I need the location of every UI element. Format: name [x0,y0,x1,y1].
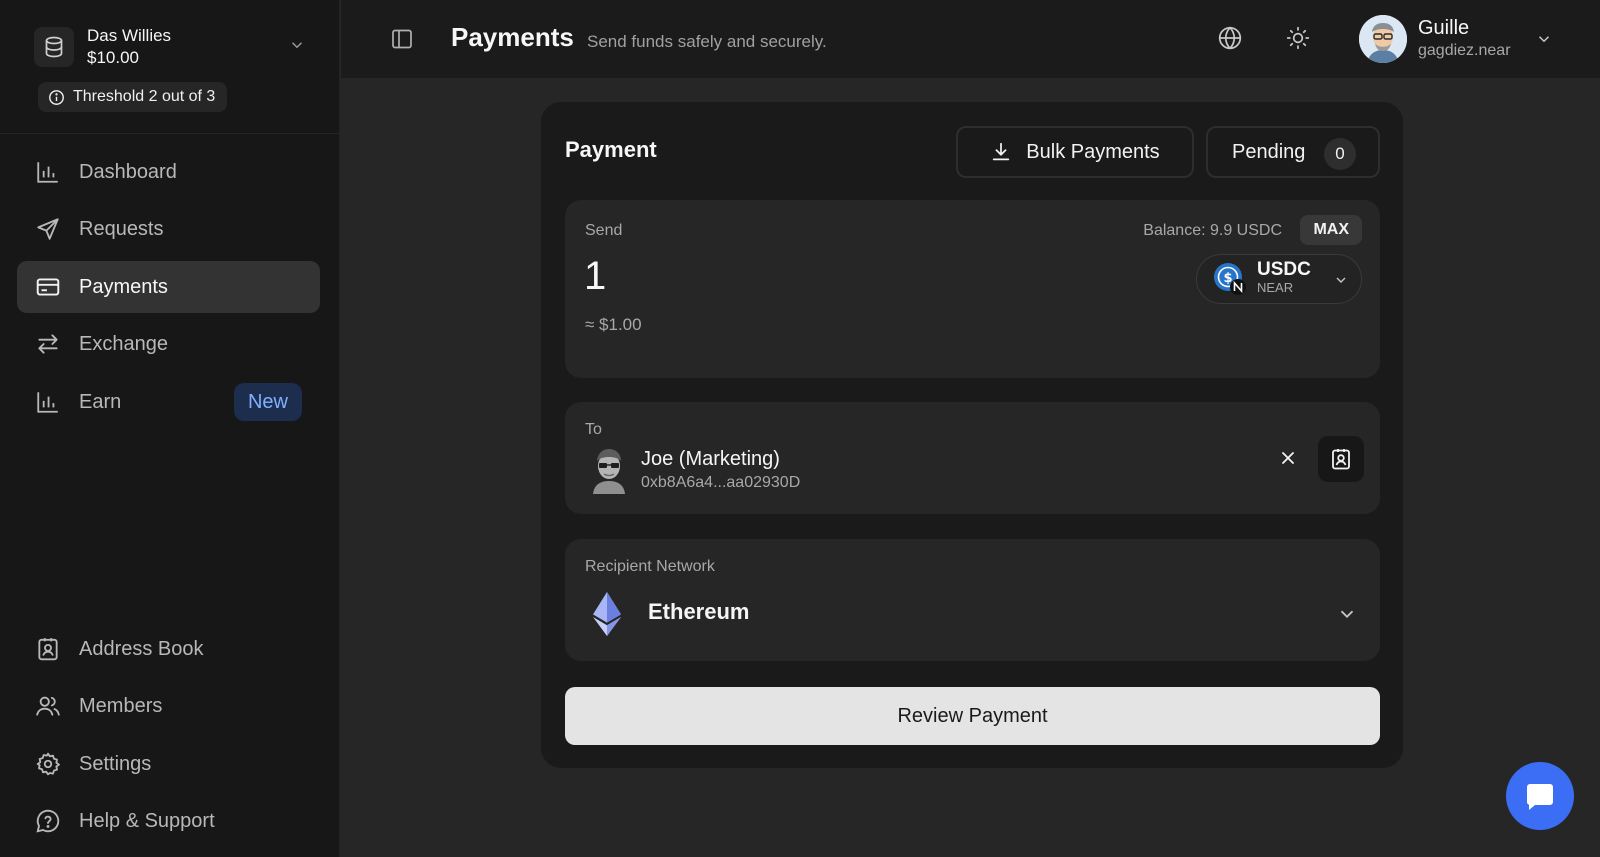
close-icon[interactable] [1278,448,1298,468]
chat-bubble-icon [1524,780,1556,812]
selected-contact: Joe (Marketing) 0xb8A6a4...aa02930D [589,446,800,494]
sidebar-item-members[interactable]: Members [17,680,320,732]
sidebar-item-requests[interactable]: Requests [17,203,320,255]
sidebar-item-label: Payments [79,275,168,298]
contact-name: Joe (Marketing) [641,448,780,470]
globe-icon[interactable] [1217,25,1243,51]
sidebar-item-label: Settings [79,752,152,775]
sidebar-item-label: Help & Support [79,809,215,832]
balance-text: Balance: 9.9 USDC [1143,222,1282,239]
send-icon [35,216,61,242]
sidebar-item-settings[interactable]: Settings [17,738,320,790]
sidebar-item-exchange[interactable]: Exchange [17,318,320,370]
ethereum-icon [593,592,621,636]
sidebar-item-help-support[interactable]: Help & Support [17,795,320,847]
treasury-selector[interactable]: Das Willies $10.00 [34,24,306,70]
page-title: Payments [451,22,574,52]
chevron-down-icon [1336,603,1358,625]
bulk-payments-label: Bulk Payments [1026,140,1160,163]
recipient-network-selector[interactable]: Recipient Network Ethereum [565,539,1380,661]
sidebar-item-dashboard[interactable]: Dashboard [17,146,320,198]
threshold-text: Threshold 2 out of 3 [73,88,216,105]
token-selector[interactable]: $ USDC NEAR [1196,254,1362,304]
payment-card: Payment Bulk Payments Pending 0 Send 1 ≈… [541,102,1403,768]
download-icon [990,141,1026,163]
token-symbol: USDC [1257,259,1311,280]
chevron-down-icon [1333,272,1349,288]
user-account: gagdiez.near [1418,42,1511,59]
sidebar-item-label: Earn [79,390,122,413]
sidebar-item-payments[interactable]: Payments [17,261,320,313]
max-button[interactable]: MAX [1300,215,1362,245]
database-icon [34,27,74,67]
chevron-down-icon [1535,30,1553,48]
arrows-swap-icon [35,331,61,357]
pending-count-badge: 0 [1324,138,1356,170]
bar-chart-icon [35,389,61,415]
pending-label: Pending [1232,140,1306,163]
sidebar-divider [0,133,340,134]
sidebar-item-label: Address Book [79,637,204,660]
treasury-name: Das Willies [87,26,172,45]
user-menu[interactable]: Guille gagdiez.near [1359,14,1553,64]
user-name: Guille [1418,17,1470,39]
sidebar-item-label: Dashboard [79,160,177,183]
sidebar-toggle-icon[interactable] [390,27,414,51]
threshold-badge: Threshold 2 out of 3 [38,82,228,112]
to-label: To [585,421,602,438]
treasury-balance: $10.00 [87,48,139,67]
sidebar-item-label: Requests [79,217,164,240]
recipient-section: To Joe (Marketing) 0xb8A6a4...aa02930D [565,402,1380,514]
contact-address: 0xb8A6a4...aa02930D [641,474,801,491]
usd-value: ≈ $1.00 [585,315,642,334]
token-network: NEAR [1257,280,1294,295]
payment-title: Payment [565,137,657,162]
sidebar-item-label: Exchange [79,332,168,355]
chat-support-button[interactable] [1506,762,1574,830]
chevron-down-icon [288,36,306,54]
send-label: Send [585,222,623,239]
users-icon [35,693,61,719]
send-section: Send 1 ≈ $1.00 Balance: 9.9 USDC MAX $ U… [565,200,1380,378]
contact-book-icon [1329,447,1353,471]
network-name: Ethereum [648,599,750,624]
contact-avatar [589,446,629,494]
avatar [1359,15,1407,63]
pending-button[interactable]: Pending 0 [1206,126,1380,178]
credit-card-icon [35,274,61,300]
sidebar-item-address-book[interactable]: Address Book [17,623,320,675]
gear-icon [35,751,61,777]
help-circle-icon [35,808,61,834]
review-payment-button[interactable]: Review Payment [565,687,1380,745]
sidebar: Das Willies $10.00 Threshold 2 out of 3 … [0,0,340,857]
sidebar-item-label: Members [79,694,163,717]
usdc-icon: $ [1213,262,1247,296]
amount-input[interactable]: 1 [584,254,606,299]
sidebar-item-earn[interactable]: Earn New [17,376,320,428]
page-subtitle: Send funds safely and securely. [587,32,827,51]
new-badge: New [233,383,302,421]
contact-book-icon [35,636,61,662]
network-label: Recipient Network [585,558,715,575]
theme-toggle-sun-icon[interactable] [1285,25,1311,51]
address-book-button[interactable] [1318,436,1364,482]
info-icon [48,89,73,106]
top-bar: Payments Send funds safely and securely.… [341,0,1600,78]
bulk-payments-button[interactable]: Bulk Payments [956,126,1194,178]
bar-chart-icon [35,159,61,185]
